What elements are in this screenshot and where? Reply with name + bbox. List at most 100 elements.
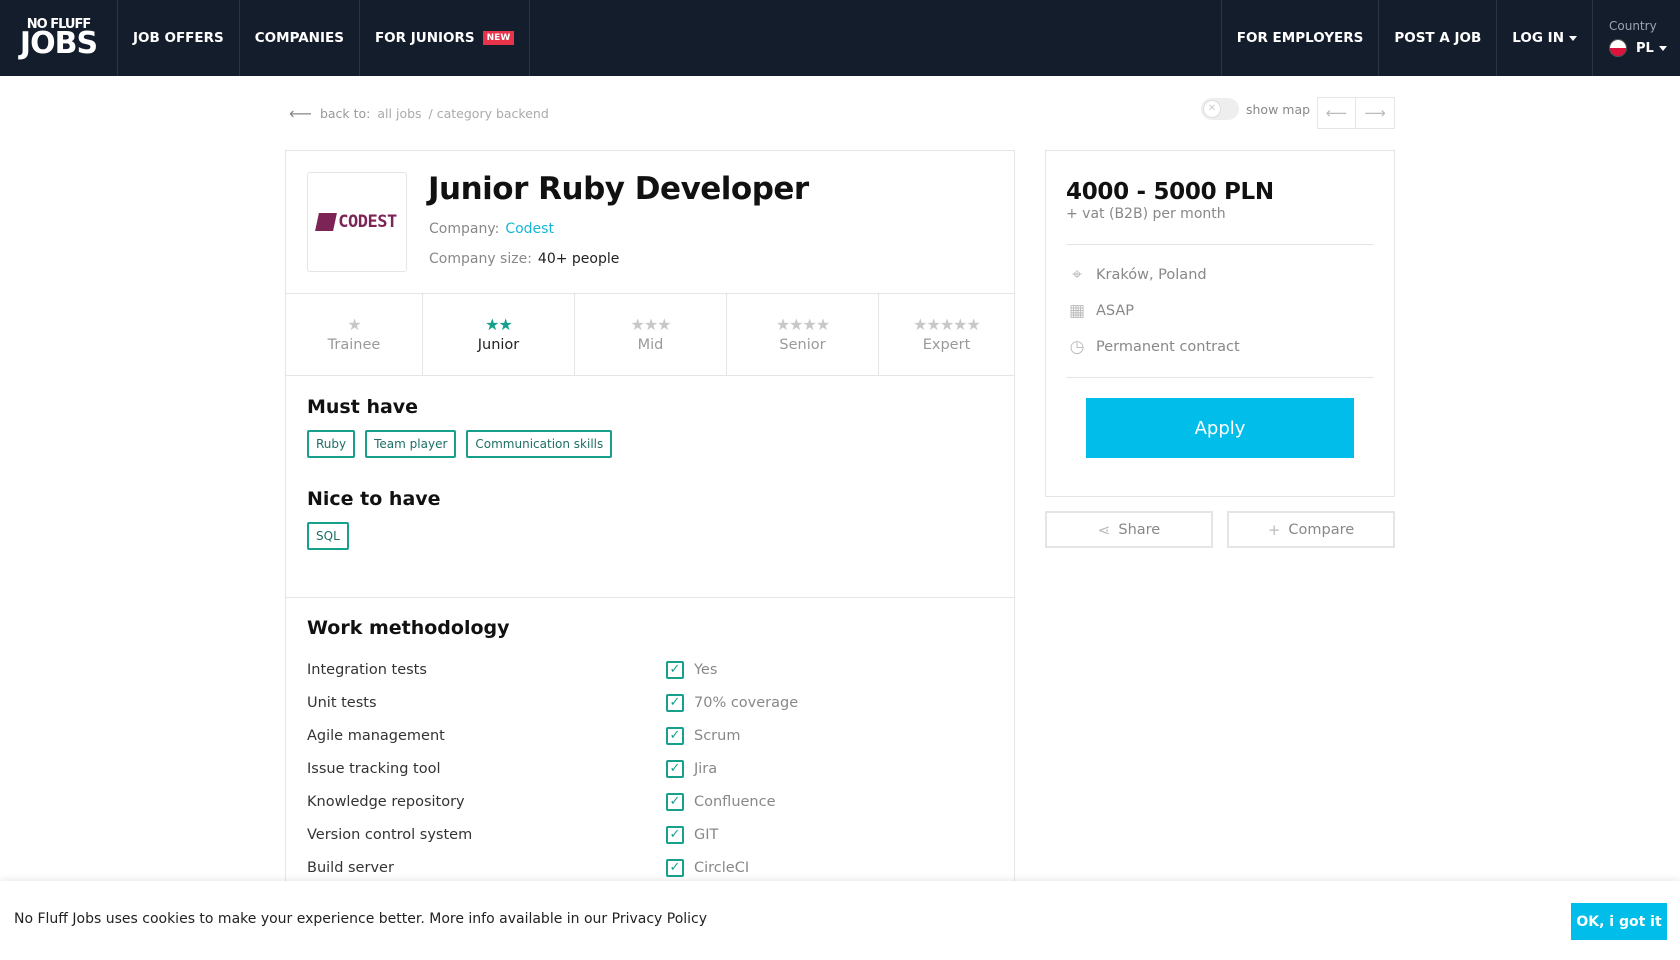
checkbox-checked-icon: ✓ (666, 759, 684, 778)
location-row: ⌖ Kraków, Poland (1066, 257, 1374, 293)
company-size-row: Company size: 40+ people (429, 251, 619, 267)
methodology-key: Knowledge repository (307, 793, 465, 810)
seniority-levels: ★ Trainee ★★ Junior ★★★ Mid ★★★★ Senior … (286, 294, 1014, 376)
level-trainee: ★ Trainee (286, 294, 423, 375)
share-label: Share (1118, 521, 1161, 538)
level-mid: ★★★ Mid (575, 294, 727, 375)
map-pin-icon: ⌖ (1072, 265, 1082, 285)
methodology-key: Version control system (307, 826, 473, 843)
salary-details: + vat (B2B) per month (1066, 206, 1226, 222)
methodology-value: 70% coverage (694, 694, 799, 711)
company-row: Company: Codest (429, 221, 554, 237)
skill-tag: Ruby (307, 430, 356, 458)
nofluffjobs-logo[interactable]: NO FLUFF JOBS (0, 0, 118, 76)
star-icon: ★★★★ (775, 314, 830, 334)
methodology-row: Knowledge repository ✓ Confluence (307, 785, 993, 818)
salary-range: 4000 - 5000 PLN (1066, 179, 1274, 205)
methodology-key: Issue tracking tool (307, 760, 441, 777)
level-senior: ★★★★ Senior (727, 294, 879, 375)
start-row: ▦ ASAP (1066, 293, 1374, 329)
breadcrumb-all-jobs[interactable]: all jobs (377, 106, 421, 121)
checkbox-checked-icon: ✓ (666, 792, 684, 811)
must-have-title: Must have (307, 396, 419, 418)
work-methodology-title: Work methodology (307, 617, 510, 639)
location-value: Kraków, Poland (1096, 267, 1207, 283)
share-icon: ⋖ (1097, 520, 1111, 539)
work-methodology-section: Work methodology Integration tests ✓ Yes U… (286, 597, 1014, 884)
skill-tag: Communication skills (466, 430, 613, 458)
nav-for-juniors[interactable]: FOR JUNIORS NEW (360, 0, 531, 76)
start-value: ASAP (1096, 303, 1135, 319)
level-label: Expert (922, 336, 971, 353)
country-selector[interactable]: Country PL (1593, 0, 1680, 76)
nav-post-a-job[interactable]: POST A JOB (1379, 0, 1498, 76)
methodology-value: Yes (694, 661, 718, 678)
nav-companies[interactable]: COMPANIES (240, 0, 360, 76)
methodology-row: Issue tracking tool ✓ Jira (307, 752, 993, 785)
nav-job-offers[interactable]: JOB OFFERS (118, 0, 240, 76)
offer-actions: ⋖ Share + Compare (1045, 511, 1395, 548)
nice-to-have-title: Nice to have (307, 488, 441, 510)
level-label: Trainee (327, 336, 381, 353)
skill-tag: Team player (365, 430, 457, 458)
methodology-value: Scrum (694, 727, 741, 744)
company-link[interactable]: Codest (505, 221, 554, 237)
close-icon: ✕ (1203, 100, 1221, 118)
methodology-key: Integration tests (307, 661, 427, 678)
apply-button[interactable]: Apply (1086, 398, 1354, 458)
top-navbar: NO FLUFF JOBS JOB OFFERS COMPANIES FOR J… (0, 0, 1680, 76)
methodology-value: Confluence (694, 793, 776, 810)
arrow-left-icon[interactable]: ⟵ (289, 104, 312, 123)
level-label: Mid (637, 336, 664, 353)
checkbox-checked-icon: ✓ (666, 693, 684, 712)
company-label: Company: (429, 221, 500, 237)
skill-tag: SQL (307, 522, 349, 550)
codest-logo-icon (315, 213, 338, 231)
show-map-toggle[interactable]: ✕ (1201, 98, 1239, 120)
star-icon: ★ (347, 314, 361, 334)
breadcrumb-category[interactable]: / category backend (429, 106, 549, 121)
show-map-control: ✕ show map (1201, 98, 1310, 120)
breadcrumb: ⟵ back to: all jobs / category backend (289, 104, 549, 123)
cookie-accept-button[interactable]: OK, i got it (1571, 903, 1667, 940)
previous-offer-button[interactable]: ⟵ (1317, 97, 1356, 129)
methodology-value: CircleCI (694, 859, 750, 876)
contract-row: ◷ Permanent contract (1066, 329, 1374, 365)
job-header: CODEST Junior Ruby Developer Company: Cod… (286, 151, 1014, 294)
methodology-row: Agile management ✓ Scrum (307, 719, 993, 752)
star-icon: ★★★ (630, 314, 671, 334)
next-offer-button[interactable]: ⟶ (1356, 97, 1395, 129)
company-logo[interactable]: CODEST (307, 172, 407, 272)
checkbox-checked-icon: ✓ (666, 858, 684, 877)
calendar-icon: ▦ (1068, 301, 1086, 321)
nav-for-juniors-label: FOR JUNIORS (374, 30, 475, 46)
clock-icon: ◷ (1069, 337, 1085, 357)
methodology-value: Jira (694, 760, 718, 777)
job-details-card: CODEST Junior Ruby Developer Company: Cod… (285, 150, 1015, 910)
share-button[interactable]: ⋖ Share (1045, 511, 1213, 548)
nav-log-in-label: LOG IN (1512, 30, 1564, 46)
methodology-key: Unit tests (307, 694, 377, 711)
country-label: Country (1609, 19, 1657, 33)
compare-button[interactable]: + Compare (1227, 511, 1395, 548)
nav-for-employers[interactable]: FOR EMPLOYERS (1222, 0, 1380, 76)
company-size-label: Company size: (429, 251, 532, 267)
logo-bottom-text: JOBS (19, 25, 98, 61)
methodology-key: Agile management (307, 727, 445, 744)
level-label: Senior (779, 336, 826, 353)
nav-spacer (530, 0, 1222, 76)
divider (1066, 244, 1374, 245)
methodology-value: GIT (694, 826, 719, 843)
checkbox-checked-icon: ✓ (666, 825, 684, 844)
plus-icon: + (1267, 520, 1281, 539)
show-map-label: show map (1246, 101, 1311, 117)
nav-log-in[interactable]: LOG IN (1497, 0, 1593, 76)
methodology-row: Unit tests ✓ 70% coverage (307, 686, 993, 719)
arrow-right-icon: ⟶ (1364, 104, 1386, 122)
methodology-row: Build server ✓ CircleCI (307, 851, 993, 884)
job-title: Junior Ruby Developer (428, 171, 809, 207)
must-have-section: Must have Ruby Team player Communication… (286, 396, 1014, 458)
chevron-down-icon (1658, 45, 1667, 51)
company-size-value: 40+ people (537, 251, 620, 267)
star-icon: ★★★★★ (913, 314, 981, 334)
